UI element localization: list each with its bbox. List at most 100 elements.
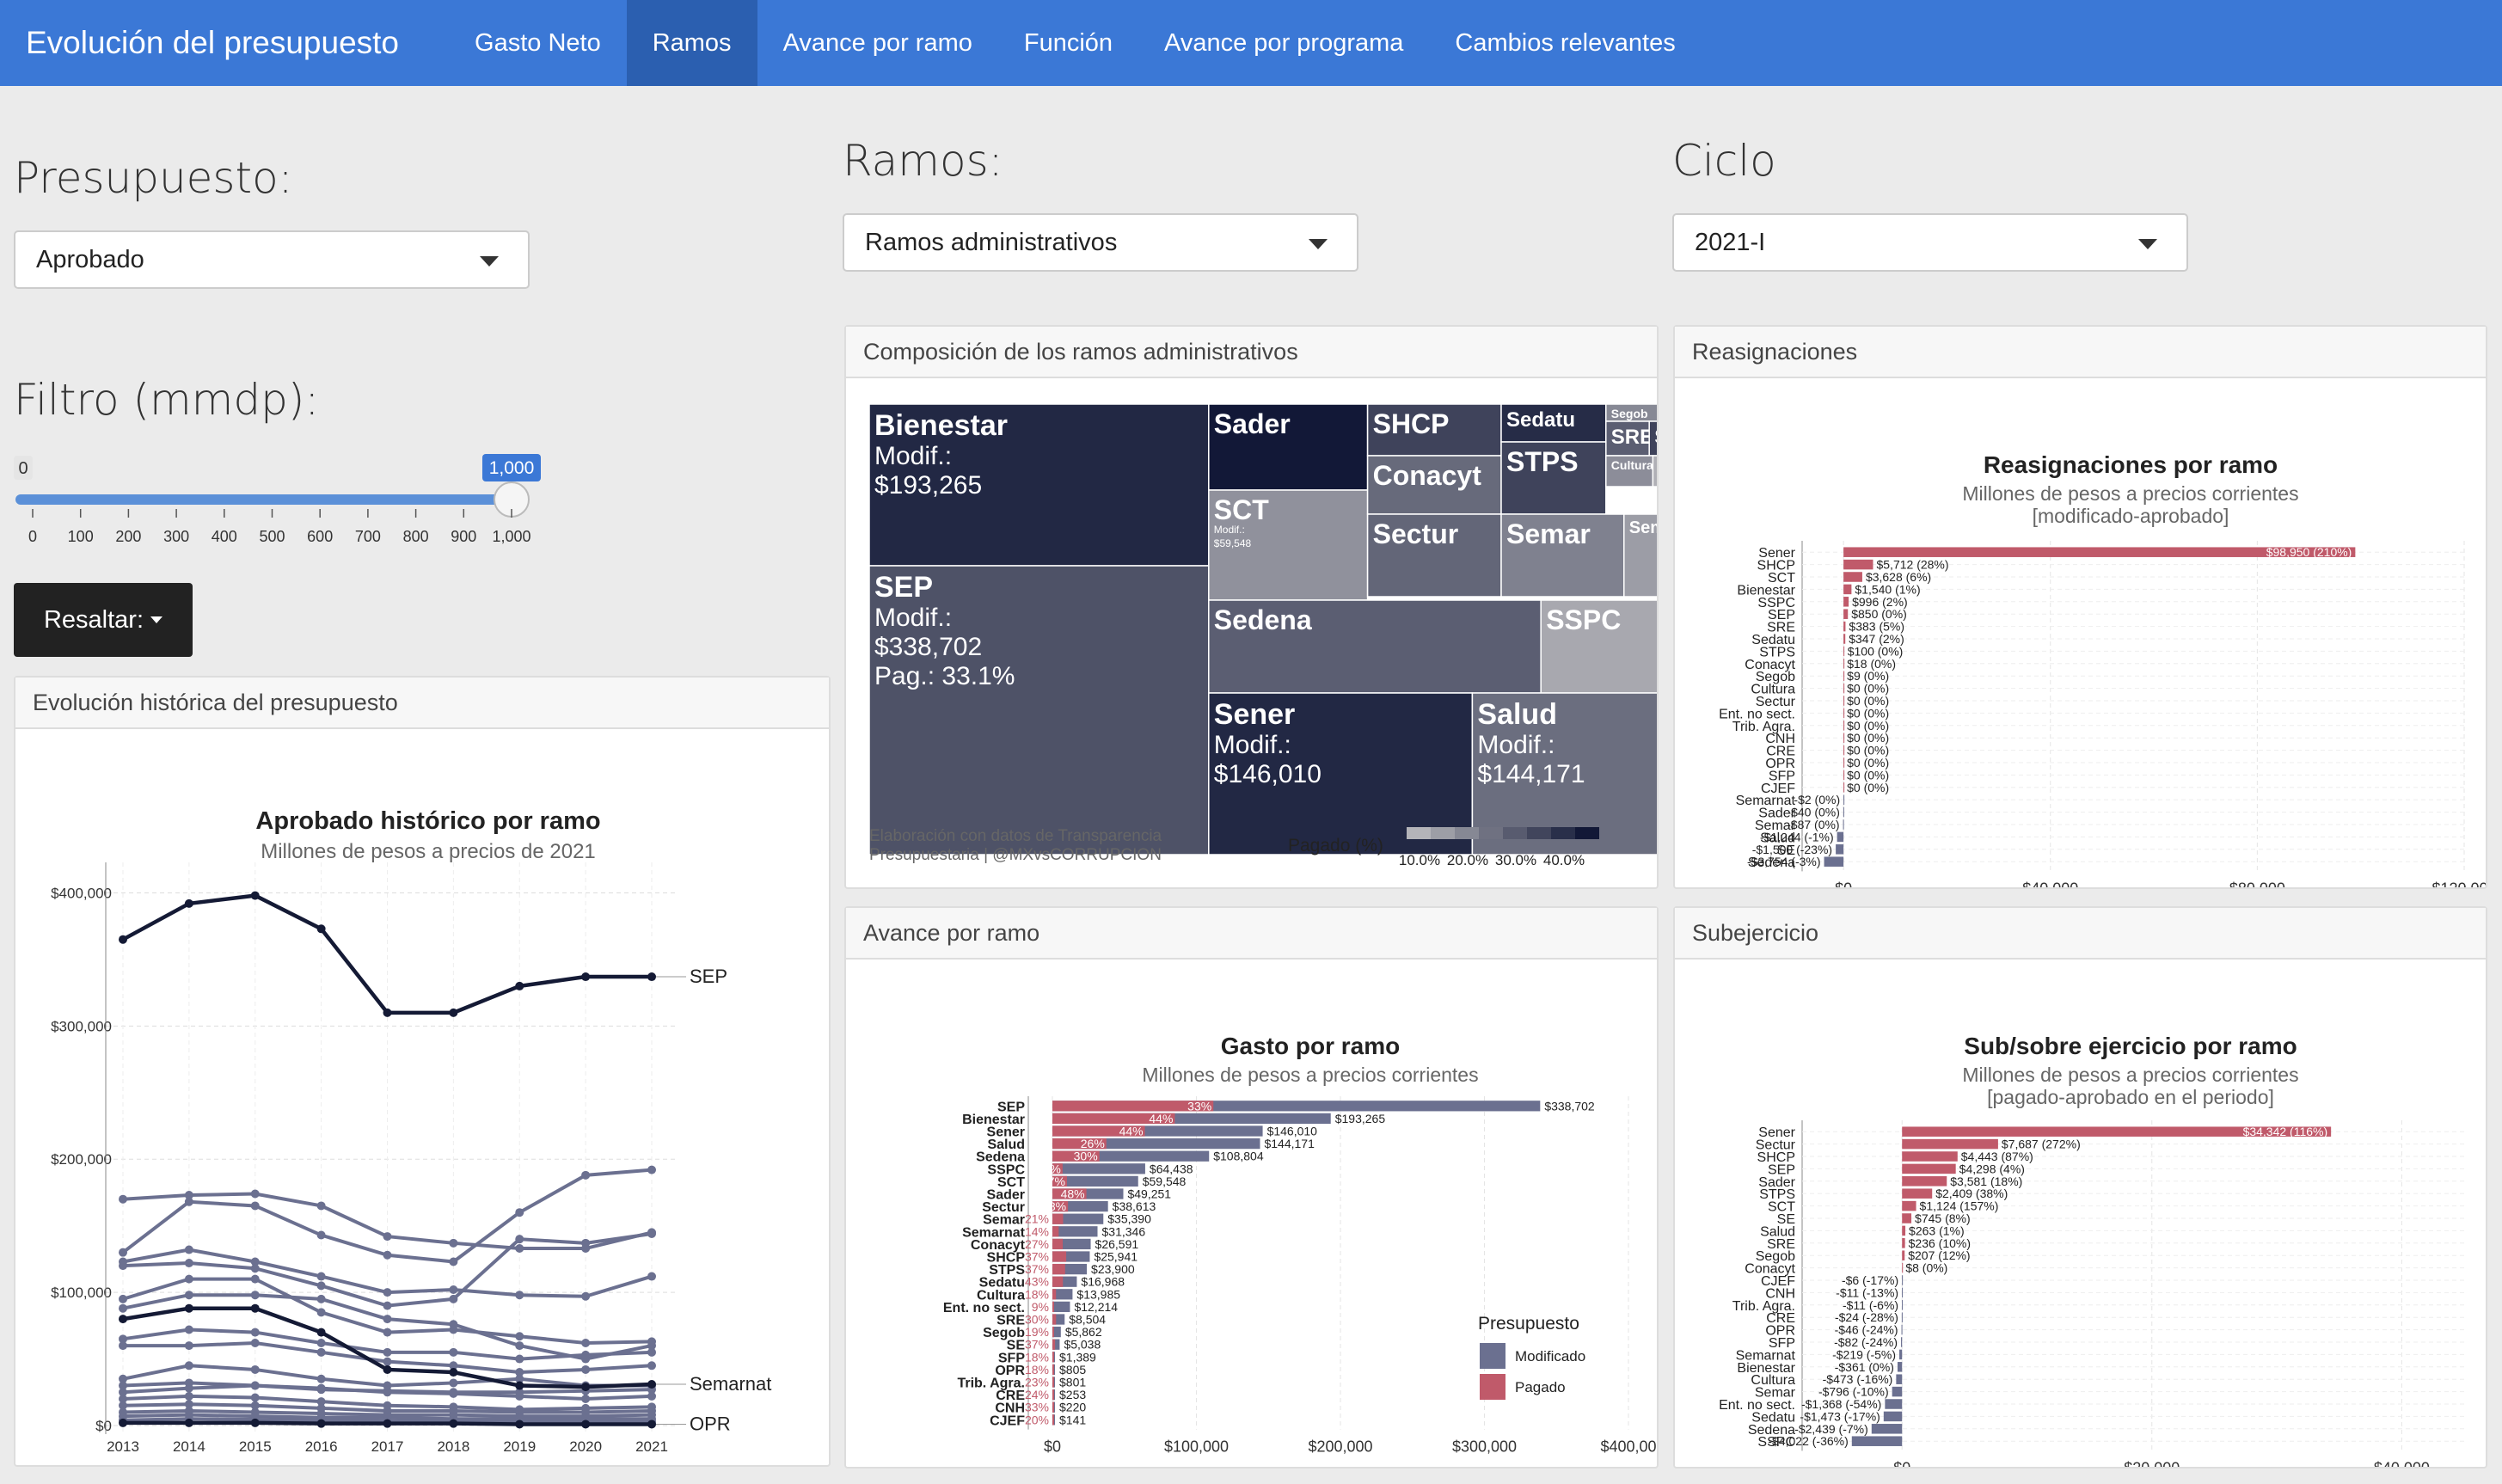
line-point [316,1347,326,1357]
line-point [383,1301,392,1310]
slider-track[interactable] [15,494,512,505]
filtro-slider[interactable]: 0 1,000 0 100 200 300 400 500 600 700 800 900 1,00… [0,447,585,559]
bar-pagado [1052,1414,1054,1426]
bar-value-label: $23,900 [1091,1262,1135,1276]
slider-tick-label: 300 [163,528,189,545]
bar-pagado [1052,1364,1054,1376]
treemap-chart: BienestarModif.:$193,265SEPModif.:$338,7… [868,403,1708,868]
bar [1902,1176,1947,1187]
legend-tick: 20.0% [1447,852,1488,868]
filtro-label: Filtro (mmdp): [14,375,320,425]
tab-avance-por-programa[interactable]: Avance por programa [1138,0,1429,86]
treemap-caption-line: Presupuestaria | @MXvsCORRUPCION [869,846,1162,864]
legend-swatch [1407,827,1431,839]
line-point [449,1388,458,1397]
line-point [383,1288,392,1297]
line-point [515,1341,524,1351]
treemap-tile-name: Conacyt [1373,460,1482,491]
tab-gasto-neto[interactable]: Gasto Neto [449,0,627,86]
ciclo-select[interactable]: 2021-I [1672,213,2188,272]
treemap-tile-line: Modif.: [874,604,952,632]
bar [1902,1213,1912,1223]
line-point [250,1201,260,1211]
line-point [647,1229,656,1238]
line-point [581,1350,591,1359]
treemap-tile-name: SRE [1611,426,1653,449]
bar [1843,708,1845,719]
line-point [316,1201,326,1211]
ramos-select[interactable]: Ramos administrativos [843,213,1358,272]
line-chart-title: Aprobado histórico por ramo [255,807,600,835]
bar-pct-label: 18% [1025,1350,1049,1364]
legend-swatch [1431,827,1455,839]
bar [1885,1399,1903,1409]
bar-pct-label: 23% [1025,1376,1049,1389]
bar [1843,659,1845,669]
line-point [250,1189,260,1199]
bar-pagado [1052,1213,1064,1224]
bar-pct-label: 18% [1025,1287,1049,1301]
tab-cambios-relevantes[interactable]: Cambios relevantes [1429,0,1701,86]
line-point [250,1303,260,1313]
bar-pct-label: 48% [1061,1187,1085,1201]
bar [1843,770,1845,781]
bar [1896,1374,1903,1384]
category-label: CJEF [990,1413,1025,1428]
bar-pct-label: 37% [1025,1338,1049,1352]
sub-chart-title: Sub/sobre ejercicio por ramo [1964,1033,2297,1059]
line-point [581,1338,591,1347]
bar-value-label: $31,346 [1102,1224,1146,1238]
bar [1892,1386,1903,1397]
gasto-legend-title: Presupuesto [1478,1314,1579,1334]
tab-funcion[interactable]: Función [998,0,1138,86]
bar-pct-label: 21% [1025,1212,1049,1226]
line-point [119,1418,127,1427]
sub-chart-subtitle: Millones de pesos a precios corrientes [1962,1064,2298,1086]
bar-pct-label: 11% [1038,1162,1061,1175]
line-point [383,1315,392,1324]
bar-pct-label: 44% [1149,1112,1173,1125]
slider-ticks: 0 100 200 300 400 500 600 700 800 900 1,000 [28,509,531,545]
treemap-tile-line: $338,702 [874,633,982,661]
line-point [250,1291,260,1300]
bar [1902,1275,1904,1285]
line-point [449,1294,458,1303]
bar-value-label: $8,504 [1069,1313,1106,1327]
treemap-tile-name: Cultura [1611,458,1653,472]
line-point [449,1419,458,1428]
bar-value-label: $193,265 [1335,1112,1386,1125]
tab-ramos[interactable]: Ramos [626,0,757,86]
line-point [119,1194,127,1204]
line-point [250,1381,260,1390]
x-tick-label: 2018 [437,1438,469,1455]
y-tick-label: $100,000 [51,1285,112,1301]
x-tick-label: 2019 [503,1438,536,1455]
bar-value-label: $34,342 (116%) [2243,1125,2328,1138]
treemap-tile-name: Sedena [1214,604,1312,635]
slider-tick-label: 100 [68,528,94,545]
line-point [581,972,591,982]
bar [1843,782,1845,793]
treemap-tile-name: Segob [1611,407,1648,420]
resaltar-button[interactable]: Resaltar: [14,583,193,657]
bar [1843,794,1845,805]
tab-avance-por-ramo[interactable]: Avance por ramo [757,0,998,86]
bar-value-label: $38,613 [1113,1199,1156,1213]
bar-value-label: $25,941 [1094,1250,1138,1264]
x-tick-label: $0 [1835,880,1852,887]
bar-modificado [1052,1226,1098,1237]
app-title[interactable]: Evolución del presupuesto [0,0,449,86]
presupuesto-select[interactable]: Aprobado [14,230,530,289]
bar-value-label: $13,985 [1076,1287,1120,1301]
bar-value-label: $64,438 [1150,1162,1193,1175]
line-point [119,935,127,944]
bar-pct-label: 37% [1025,1262,1049,1276]
legend-tick: 40.0% [1543,852,1585,868]
line-point [119,1341,127,1351]
slider-tick-label: 0 [28,528,37,545]
bar [1843,609,1849,619]
bar-value-label: $5,038 [1064,1338,1101,1352]
treemap-tile-name: SSPC [1546,604,1621,635]
line-point [515,1291,524,1300]
legend-tick: 10.0% [1399,852,1440,868]
